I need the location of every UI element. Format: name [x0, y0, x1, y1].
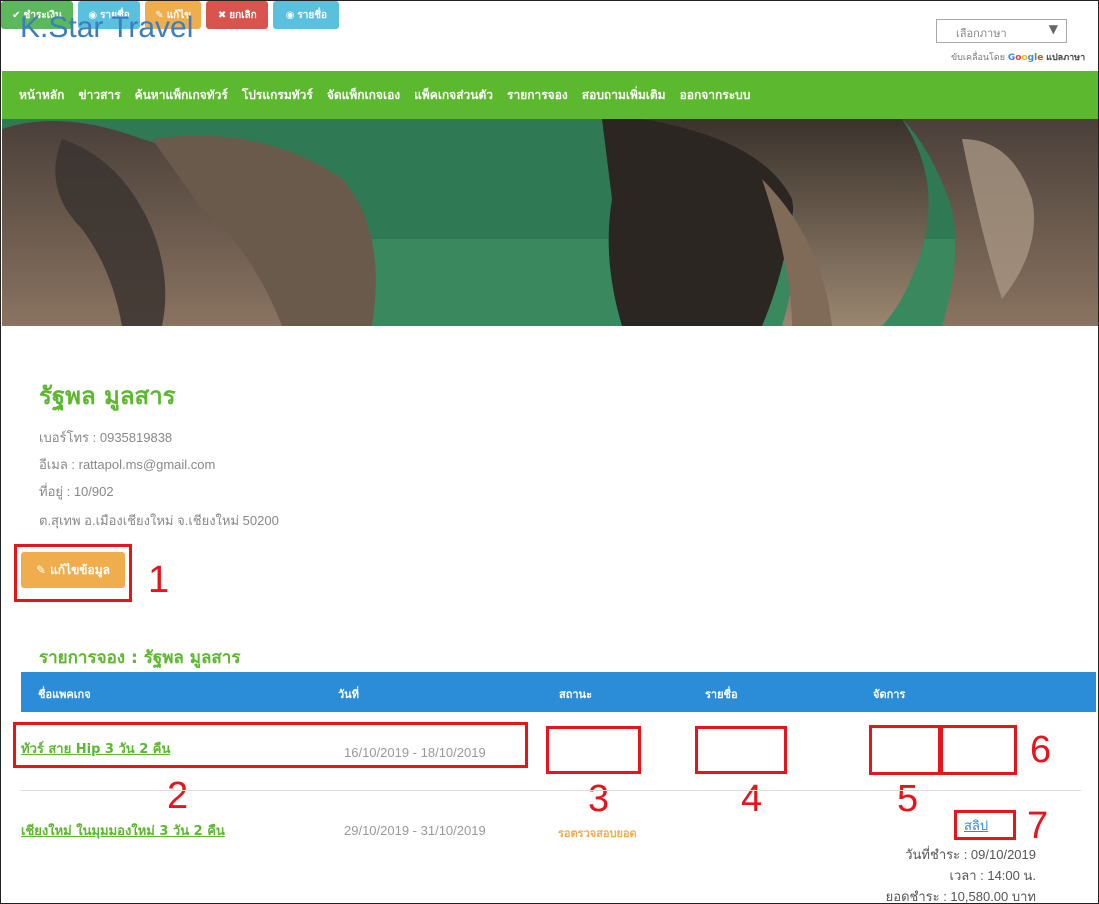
annotation-box-2: [13, 722, 528, 768]
booking-date-2: 29/10/2019 - 31/10/2019: [344, 823, 486, 838]
nav-item-private-package[interactable]: แพ็คเกจส่วนตัว: [414, 86, 493, 105]
annotation-number-5: 5: [897, 778, 919, 820]
nav-item-logout[interactable]: ออกจากระบบ: [680, 86, 751, 105]
annotation-number-2: 2: [167, 775, 189, 817]
google-wordmark: Google: [1007, 53, 1044, 63]
col-actions: จัดการ: [873, 688, 906, 701]
row-divider: [21, 790, 1081, 791]
payment-amount: ยอดชำระ : 10,580.00 บาท: [885, 889, 1036, 904]
nav-item-search-package[interactable]: ค้นหาแพ็กเกจทัวร์: [135, 86, 228, 105]
page-frame: K.Star Travel เลือกภาษา ▼ ขับเคลื่อนโดย …: [0, 0, 1099, 904]
annotation-box-3: [546, 726, 641, 774]
annotation-box-7: [954, 810, 1016, 840]
main-nav: หน้าหลัก ข่าวสาร ค้นหาแพ็กเกจทัวร์ โปรแก…: [2, 71, 1098, 119]
nav-item-bookings[interactable]: รายการจอง: [507, 86, 568, 105]
annotation-number-4: 4: [741, 778, 763, 820]
annotation-box-6: [940, 725, 1017, 775]
status-badge: รอตรวจสอบยอด: [558, 827, 637, 840]
site-logo[interactable]: K.Star Travel: [20, 11, 193, 45]
elephant-banner-image: [2, 119, 1098, 326]
nav-item-home[interactable]: หน้าหลัก: [19, 86, 64, 105]
col-status: สถานะ: [559, 688, 592, 701]
col-package: ชื่อแพคเกจ: [38, 688, 91, 701]
bookings-table-header: ชื่อแพคเกจ วันที่ สถานะ รายชื่อ จัดการ: [21, 672, 1096, 712]
annotation-number-3: 3: [588, 778, 610, 820]
annotation-box-5: [869, 725, 941, 775]
profile-email: อีเมล : rattapol.ms@gmail.com: [39, 457, 216, 472]
profile-name: รัฐพล มูลสาร: [39, 382, 176, 410]
col-date: วันที่: [338, 688, 359, 701]
nav-item-custom-package[interactable]: จัดแพ็กเกจเอง: [327, 86, 400, 105]
profile-address-line2: ต.สุเทพ อ.เมืองเชียงใหม่ จ.เชียงใหม่ 502…: [39, 513, 279, 528]
payment-date: วันที่ชำระ : 09/10/2019: [905, 847, 1036, 862]
booking-package-link-2[interactable]: เชียงใหม่ ในมุมมองใหม่ 3 วัน 2 คืน: [21, 820, 225, 841]
powered-by-google: ขับเคลื่อนโดย Google แปลภาษา: [951, 50, 1085, 64]
translate-link[interactable]: แปลภาษา: [1046, 53, 1085, 63]
annotation-box-1: [14, 544, 132, 602]
bookings-title: รายการจอง : รัฐพล มูลสาร: [39, 648, 241, 668]
nav-item-news[interactable]: ข่าวสาร: [78, 86, 120, 105]
profile-phone: เบอร์โทร : 0935819838: [39, 430, 173, 445]
payment-time: เวลา : 14:00 น.: [949, 868, 1037, 883]
powered-prefix: ขับเคลื่อนโดย: [951, 53, 1005, 63]
nav-item-tour-program[interactable]: โปรแกรมทัวร์: [242, 86, 313, 105]
banner-illustration: [2, 119, 1098, 326]
annotation-number-6: 6: [1030, 729, 1052, 771]
nav-item-contact[interactable]: สอบถามเพิ่มเติม: [582, 86, 666, 105]
chevron-down-icon: ▼: [1048, 22, 1058, 36]
profile-address-line1: ที่อยู่ : 10/902: [39, 484, 114, 499]
col-names: รายชื่อ: [705, 688, 738, 701]
language-select[interactable]: เลือกภาษา ▼: [936, 19, 1067, 43]
annotation-number-7: 7: [1027, 805, 1049, 847]
annotation-number-1: 1: [148, 559, 170, 601]
annotation-box-4: [695, 726, 787, 774]
site-header: K.Star Travel เลือกภาษา ▼ ขับเคลื่อนโดย …: [1, 1, 1098, 71]
language-select-value: เลือกภาษา: [956, 27, 1007, 40]
